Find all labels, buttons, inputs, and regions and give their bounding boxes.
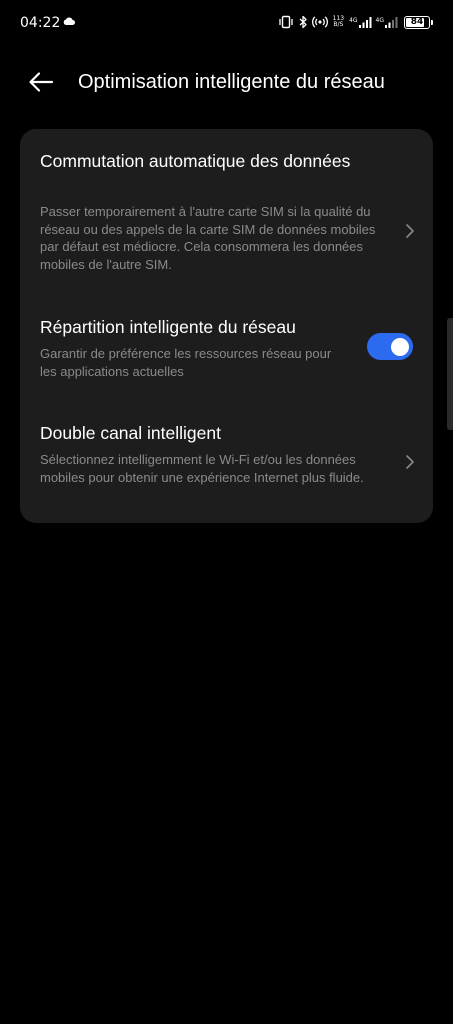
chevron-right-icon (406, 224, 414, 238)
bluetooth-icon (299, 15, 307, 29)
smart-network-distribution-description: Garantir de préférence les ressources ré… (40, 346, 332, 379)
battery-cap (431, 19, 433, 25)
smart-network-distribution-item[interactable]: Répartition intelligente du réseau Garan… (20, 315, 433, 385)
settings-card: Commutation automatique des données Pass… (20, 129, 433, 523)
auto-data-switch-title: Commutation automatique des données (40, 151, 351, 171)
status-icons: 113 B/S 4G 4G 84 (278, 13, 433, 31)
toggle-knob (391, 337, 409, 356)
page-title: Optimisation intelligente du réseau (78, 71, 385, 93)
network-speed: 113 B/S (333, 16, 344, 28)
network-speed-unit: B/S (333, 21, 344, 28)
auto-data-switch-item[interactable]: Commutation automatique des données Pass… (20, 149, 433, 279)
sim1-network-type: 4G (349, 17, 358, 24)
auto-data-switch-description: Passer temporairement à l'autre carte SI… (40, 204, 376, 272)
sim2-network-type: 4G (375, 17, 384, 24)
dual-channel-item[interactable]: Double canal intelligent Sélectionnez in… (20, 421, 433, 511)
scroll-handle[interactable] (447, 318, 453, 430)
hotspot-icon (311, 16, 328, 28)
smart-network-distribution-toggle[interactable] (367, 333, 413, 360)
signal-strength-icon (385, 17, 398, 28)
cloud-notification-icon (63, 17, 75, 25)
sim1-signal: 4G (349, 16, 372, 28)
chevron-right-icon (406, 455, 414, 469)
battery-percent: 84 (410, 16, 424, 27)
header: Optimisation intelligente du réseau (0, 60, 453, 104)
sim2-signal: 4G (376, 16, 398, 28)
vibrate-icon (278, 15, 293, 29)
dual-channel-description: Sélectionnez intelligemment le Wi-Fi et/… (40, 452, 364, 485)
status-bar: 04:22 113 B/S 4G 4G 84 (0, 0, 453, 44)
smart-network-distribution-title: Répartition intelligente du réseau (40, 317, 296, 337)
signal-strength-icon (358, 17, 372, 28)
status-time: 04:22 (20, 15, 61, 31)
dual-channel-title: Double canal intelligent (40, 423, 221, 443)
battery-icon: 84 (404, 15, 430, 29)
arrow-left-icon (29, 72, 54, 92)
back-button[interactable] (26, 68, 56, 96)
